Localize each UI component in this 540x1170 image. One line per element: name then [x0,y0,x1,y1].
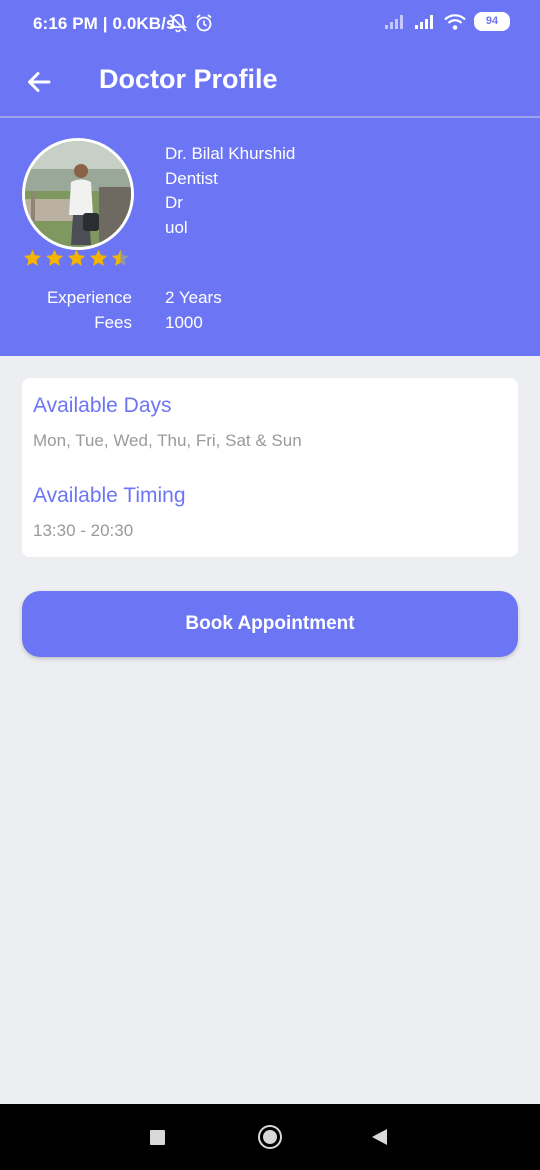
status-bar: 6:16 PM | 0.0KB/s 94 [0,0,540,48]
muted-bell-icon [169,14,187,33]
star-icon [23,249,42,266]
doctor-title: Dr [165,193,183,212]
status-icons [168,13,214,38]
wifi-icon [444,13,466,30]
signal-icon [385,14,403,29]
home-icon[interactable] [258,1125,282,1149]
book-appointment-button[interactable]: Book Appointment [22,591,518,657]
alarm-icon [196,14,213,32]
available-days-value: Mon, Tue, Wed, Thu, Fri, Sat & Sun [33,431,302,450]
available-timing-value: 13:30 - 20:30 [33,521,134,540]
app-bar: Doctor Profile [0,48,540,116]
fees-label: Fees [94,313,132,332]
avatar [22,138,134,250]
doctor-name: Dr. Bilal Khurshid [165,144,296,163]
star-icon [89,249,108,266]
page-title: Doctor Profile [99,64,278,94]
experience-value: 2 Years [165,288,222,307]
battery-icon: 94 [474,12,510,31]
back-triangle-icon[interactable] [372,1129,387,1145]
system-nav-bar [0,1104,540,1170]
status-time: 6:16 PM | 0.0KB/s [33,14,176,33]
fees-value: 1000 [165,313,203,332]
rating-stars [22,248,131,269]
available-timing-heading: Available Timing [33,484,186,507]
experience-label: Experience [46,288,132,307]
star-icon [67,249,86,266]
doctor-institution: uol [165,217,188,237]
back-button[interactable] [20,62,60,102]
recent-apps-icon[interactable] [150,1130,165,1145]
signal-icon [415,14,433,29]
status-right: 94 [384,12,510,31]
doctor-specialty: Dentist [165,168,218,188]
arrow-left-icon [28,72,51,92]
availability-card: Available Days Mon, Tue, Wed, Thu, Fri, … [22,378,518,557]
profile-header: Dr. Bilal Khurshid Dentist Dr uol Experi… [0,118,540,356]
star-icon [45,249,64,266]
half-star-icon [111,249,130,266]
doctor-info: Dr. Bilal Khurshid Dentist Dr uol [165,142,295,240]
available-days-heading: Available Days [33,394,172,417]
